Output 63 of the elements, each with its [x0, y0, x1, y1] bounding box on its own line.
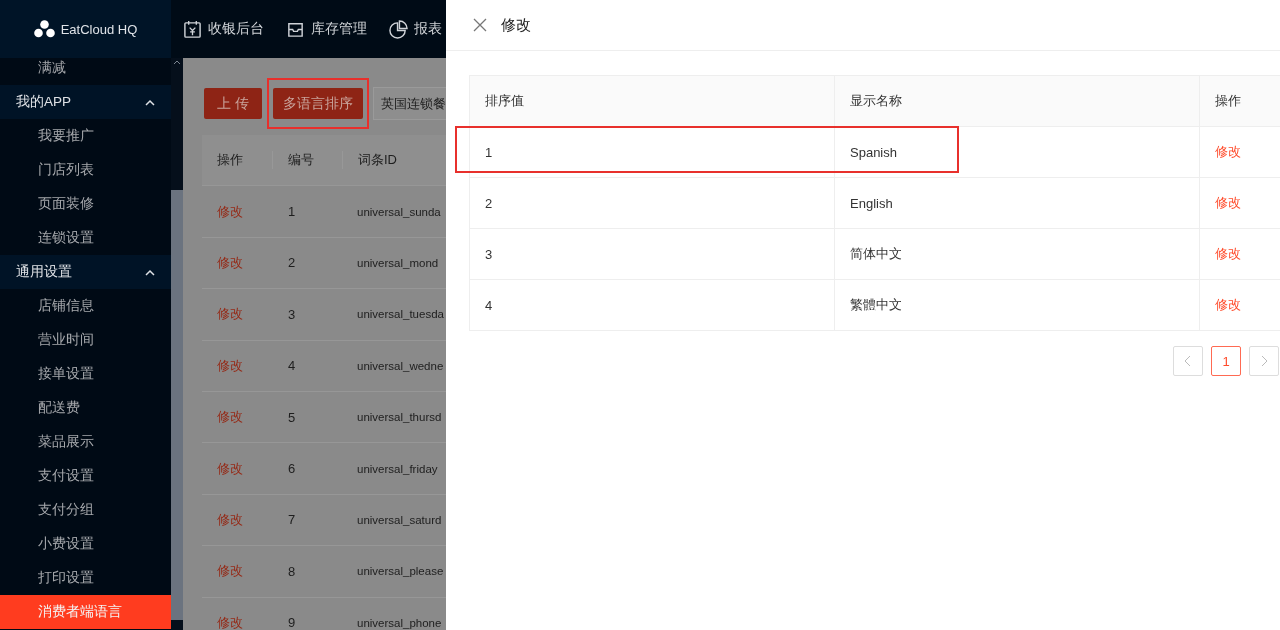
table-cell: universal_tuesda	[357, 308, 444, 321]
column-header: 词条ID	[357, 151, 398, 170]
table-cell: 2	[288, 255, 296, 271]
table-cell: 1	[288, 204, 296, 220]
table-cell: universal_friday	[357, 462, 438, 475]
drawer-title: 修改	[501, 15, 531, 35]
sidebar-item[interactable]: 支付设置	[0, 459, 171, 493]
nav-item[interactable]: 报表	[389, 19, 442, 39]
sidebar-item[interactable]: 页面装修	[0, 187, 171, 221]
brand-name: EatCloud HQ	[60, 21, 138, 37]
sidebar-item[interactable]: 连锁设置	[0, 221, 171, 255]
pie-chart-icon	[389, 19, 408, 39]
sidebar-item[interactable]: 接单设置	[0, 357, 171, 391]
toolbar-button[interactable]: 多语言排序	[273, 88, 363, 119]
toolbar-button[interactable]: 上 传	[204, 88, 262, 119]
sidebar-item[interactable]: 店铺信息	[0, 289, 171, 323]
sidebar-group[interactable]: 通用设置	[0, 255, 171, 289]
table-cell: universal_sunda	[357, 205, 441, 218]
close-icon[interactable]	[473, 18, 487, 32]
logo-icon	[33, 20, 55, 38]
sidebar-item[interactable]: 打印设置	[0, 561, 171, 595]
table-cell: 1	[485, 144, 493, 160]
sidebar-item[interactable]: 小费设置	[0, 527, 171, 561]
sidebar-item[interactable]: 营业时间	[0, 323, 171, 357]
table-cell: 5	[288, 409, 296, 425]
table-cell: 9	[288, 615, 296, 630]
column-header: 操作	[1215, 92, 1241, 110]
store-select[interactable]: 英国连锁餐	[373, 87, 446, 120]
column-header: 显示名称	[850, 92, 902, 110]
table-cell: universal_wedne	[357, 359, 444, 372]
table-cell: 3	[288, 306, 296, 322]
sidebar-item[interactable]: 满减	[0, 58, 171, 85]
nav-item[interactable]: 库存管理	[286, 19, 367, 39]
table-cell: 7	[288, 512, 296, 528]
table-cell: 3	[485, 246, 493, 262]
column-header: 编号	[273, 151, 343, 170]
table-cell: 繁體中文	[850, 296, 902, 314]
column-header: 排序值	[485, 92, 524, 110]
table-cell: 8	[288, 563, 296, 579]
table-cell: universal_thursd	[357, 411, 442, 424]
sidebar-item[interactable]: 配送费	[0, 391, 171, 425]
column-header: 操作	[202, 151, 273, 170]
sidebar-item[interactable]: 我要推广	[0, 119, 171, 153]
calendar-icon	[183, 19, 202, 39]
chevron-left-icon	[1184, 355, 1192, 367]
sidebar-group[interactable]: 我的APP	[0, 85, 171, 119]
sidebar-item[interactable]: 支付分组	[0, 493, 171, 527]
table-cell: universal_phone	[357, 616, 442, 629]
table-cell: 2	[485, 195, 493, 211]
table-cell: English	[850, 195, 893, 211]
table-cell: 简体中文	[850, 245, 902, 263]
chevron-right-icon	[1260, 355, 1268, 367]
nav-item[interactable]: 收银后台	[183, 19, 264, 39]
sidebar-item[interactable]: 门店列表	[0, 153, 171, 187]
table-cell: 4	[288, 358, 296, 374]
table-cell: 4	[485, 297, 493, 313]
table-cell: Spanish	[850, 144, 897, 160]
table-cell: universal_please	[357, 565, 444, 578]
table-cell: universal_mond	[357, 256, 439, 269]
table-cell: 6	[288, 461, 296, 477]
sidebar-item[interactable]: 菜品展示	[0, 425, 171, 459]
scrollbar[interactable]	[171, 58, 183, 630]
table-cell: universal_saturd	[357, 513, 442, 526]
